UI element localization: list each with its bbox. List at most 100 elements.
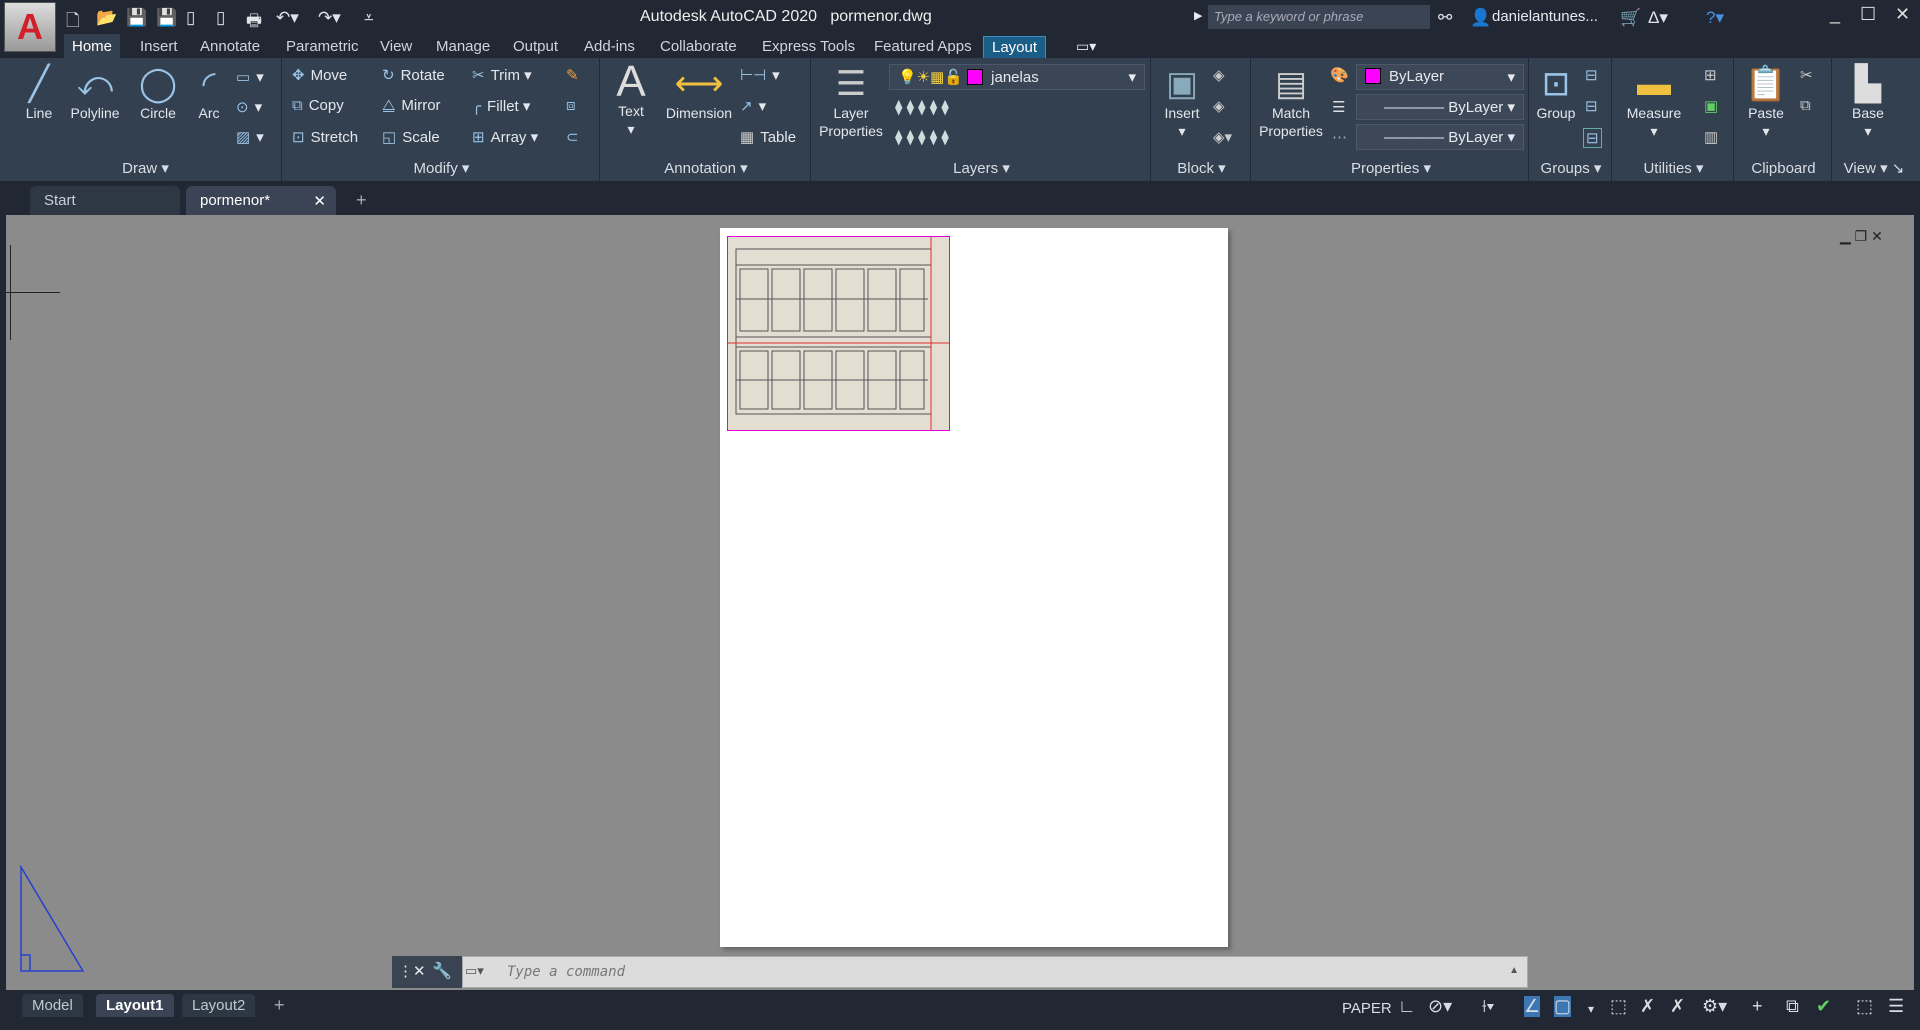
tab-pormenor[interactable]: pormenor* ✕ xyxy=(186,186,336,215)
binoculars-icon[interactable]: ⚯ xyxy=(1438,8,1452,28)
minimize-button[interactable]: _ xyxy=(1830,4,1840,25)
customization-menu-icon[interactable]: ☰ xyxy=(1888,996,1904,1017)
calculator-icon[interactable]: ▥ xyxy=(1704,128,1718,146)
object-snap-icon[interactable]: ▢ xyxy=(1554,996,1572,1017)
properties-panel-title[interactable]: Properties ▾ xyxy=(1254,159,1528,177)
tab-add-ins[interactable]: Add-ins xyxy=(576,36,643,57)
block-attribute-icon[interactable]: ◈▾ xyxy=(1213,128,1232,146)
customize-command-icon[interactable]: 🔧 xyxy=(432,961,452,981)
a360-icon[interactable]: Δ▾ xyxy=(1648,8,1668,28)
polar-icon[interactable]: ⊘▾ xyxy=(1428,996,1452,1017)
maximize-button[interactable]: ☐ xyxy=(1860,4,1876,25)
mirror-button[interactable]: ⧋ Mirror xyxy=(382,97,441,114)
customize-qat-icon[interactable]: ⩡ xyxy=(364,8,374,28)
block-panel-title[interactable]: Block ▾ xyxy=(1153,159,1250,177)
clean-screen-icon[interactable]: ⬚ xyxy=(1856,996,1873,1017)
viewport-window-controls[interactable]: ▁ ❐ ✕ xyxy=(1840,228,1883,245)
tab-layout[interactable]: Layout xyxy=(983,36,1047,59)
move-button[interactable]: ✥ Move xyxy=(292,66,347,84)
trim-button[interactable]: ✂ Trim ▾ xyxy=(472,66,532,84)
tab-start[interactable]: Start xyxy=(30,186,180,215)
search-input[interactable]: Type a keyword or phrase xyxy=(1208,5,1430,29)
dimension-button[interactable]: ⟷ Dimension xyxy=(656,64,742,122)
layers-panel-title[interactable]: Layers ▾ xyxy=(813,159,1150,177)
erase-icon[interactable]: ✎ xyxy=(566,66,579,84)
cut-icon[interactable]: ✂ xyxy=(1800,66,1813,84)
fillet-button[interactable]: ╭ Fillet ▾ xyxy=(472,97,530,115)
copy-clip-icon[interactable]: ⧉ xyxy=(1800,97,1811,114)
save-web-icon[interactable]: ▯ xyxy=(216,8,225,28)
autoscale-icon[interactable]: ✗ xyxy=(1670,996,1685,1017)
tab-layout1[interactable]: Layout1 xyxy=(96,994,174,1017)
groups-panel-title[interactable]: Groups ▾ xyxy=(1531,159,1611,177)
polyline-button[interactable]: ⤺ Polyline xyxy=(60,64,130,122)
redo-icon[interactable]: ↷▾ xyxy=(318,8,341,28)
tab-view[interactable]: View xyxy=(372,36,420,57)
close-command-icon[interactable]: ⋮✕ xyxy=(398,962,426,980)
color-dropdown[interactable]: ByLayer ▾ xyxy=(1356,64,1524,90)
new-layout-button[interactable]: + xyxy=(274,995,285,1016)
group-edit-icon[interactable]: ⊟ xyxy=(1585,97,1598,115)
command-expand-icon[interactable]: ▲ xyxy=(1509,965,1519,976)
tab-model[interactable]: Model xyxy=(22,994,83,1017)
text-button[interactable]: A Text ▾ xyxy=(606,60,656,138)
base-button[interactable]: ▙ Base ▾ xyxy=(1838,64,1898,140)
new-tab-button[interactable]: + xyxy=(356,190,367,211)
viewport[interactable] xyxy=(727,236,950,431)
open-icon[interactable]: 📂 xyxy=(96,8,117,28)
tab-express-tools[interactable]: Express Tools xyxy=(754,36,863,57)
ungroup-icon[interactable]: ⊟ xyxy=(1585,66,1598,84)
tab-annotate[interactable]: Annotate xyxy=(192,36,268,57)
close-button[interactable]: ✕ xyxy=(1895,4,1910,25)
tab-featured-apps[interactable]: Featured Apps xyxy=(866,36,980,57)
copy-button[interactable]: ⧉ Copy xyxy=(292,97,344,114)
lineweight-dropdown[interactable]: ———— ByLayer ▾ xyxy=(1356,94,1524,120)
quick-select-icon[interactable]: ⊞ xyxy=(1704,66,1717,84)
tab-output[interactable]: Output xyxy=(505,36,566,57)
arc-button[interactable]: ◜ Arc xyxy=(184,64,234,122)
scale-button[interactable]: ◱ Scale xyxy=(382,128,440,146)
undo-icon[interactable]: ↶▾ xyxy=(276,8,299,28)
layer-dropdown[interactable]: 💡☀▦🔓 janelas ▾ xyxy=(889,64,1145,90)
layer-tools-row1[interactable]: ⧫ ⧫ ⧫ ⧫ ⧫ xyxy=(895,98,949,116)
linetype-dropdown[interactable]: ———— ByLayer ▾ xyxy=(1356,124,1524,150)
expand-icon[interactable]: ▶ xyxy=(1194,9,1202,22)
layer-tools-row2[interactable]: ⧫ ⧫ ⧫ ⧫ ⧫ xyxy=(895,128,949,146)
rotate-button[interactable]: ↻ Rotate xyxy=(382,66,445,84)
utilities-panel-title[interactable]: Utilities ▾ xyxy=(1614,159,1733,177)
insert-button[interactable]: ▣ Insert ▾ xyxy=(1155,64,1209,140)
tab-home[interactable]: Home xyxy=(64,34,121,58)
select-all-icon[interactable]: ▣ xyxy=(1704,97,1718,115)
workspace-gear-icon[interactable]: ⚙▾ xyxy=(1702,996,1727,1017)
offset-icon[interactable]: ⊂ xyxy=(566,128,579,146)
group-button[interactable]: ⊡ Group xyxy=(1531,64,1581,122)
command-history-icon[interactable]: ▭▾ xyxy=(465,963,484,979)
help-icon[interactable]: ?▾ xyxy=(1706,8,1724,28)
tab-insert[interactable]: Insert xyxy=(132,36,186,57)
leader-icon[interactable]: ↗ ▾ xyxy=(740,97,766,115)
command-input[interactable]: ▭▾ Type a command ▲ xyxy=(462,956,1528,988)
layer-properties-button[interactable]: ☰ Layer Properties xyxy=(815,64,887,140)
line-button[interactable]: ╱ Line xyxy=(14,64,64,122)
array-button[interactable]: ⊞ Array ▾ xyxy=(472,128,538,146)
object-snap-tracking-icon[interactable]: ∠ xyxy=(1524,996,1541,1017)
hatch-icon[interactable]: ▨ ▾ xyxy=(236,128,264,146)
edit-block-icon[interactable]: ◈ xyxy=(1213,97,1225,115)
tab-manage[interactable]: Manage xyxy=(428,36,498,57)
ribbon-toggle-icon[interactable]: ▭▾ xyxy=(1076,38,1096,55)
tab-collaborate[interactable]: Collaborate xyxy=(652,36,745,57)
annotation-panel-title[interactable]: Annotation ▾ xyxy=(602,159,810,177)
open-web-icon[interactable]: ▯ xyxy=(186,8,195,28)
measure-button[interactable]: ▬ Measure ▾ xyxy=(1616,64,1692,140)
app-menu-button[interactable]: A xyxy=(4,2,56,52)
annotation-visibility-icon[interactable]: ✗ xyxy=(1640,996,1655,1017)
new-icon[interactable]: 🗋 xyxy=(66,8,80,37)
draw-panel-title[interactable]: Draw ▾ xyxy=(10,159,281,177)
quick-properties-icon[interactable]: ✔ xyxy=(1816,996,1831,1017)
ortho-icon[interactable]: ∟ xyxy=(1398,996,1416,1017)
rectangle-icon[interactable]: ▭ ▾ xyxy=(236,68,264,86)
user-menu[interactable]: danielantunes... xyxy=(1492,8,1598,25)
ellipse-icon[interactable]: ⊙ ▾ xyxy=(236,98,262,116)
paper-space-toggle[interactable]: PAPER xyxy=(1342,1000,1392,1017)
stretch-button[interactable]: ⊡ Stretch xyxy=(292,128,358,146)
